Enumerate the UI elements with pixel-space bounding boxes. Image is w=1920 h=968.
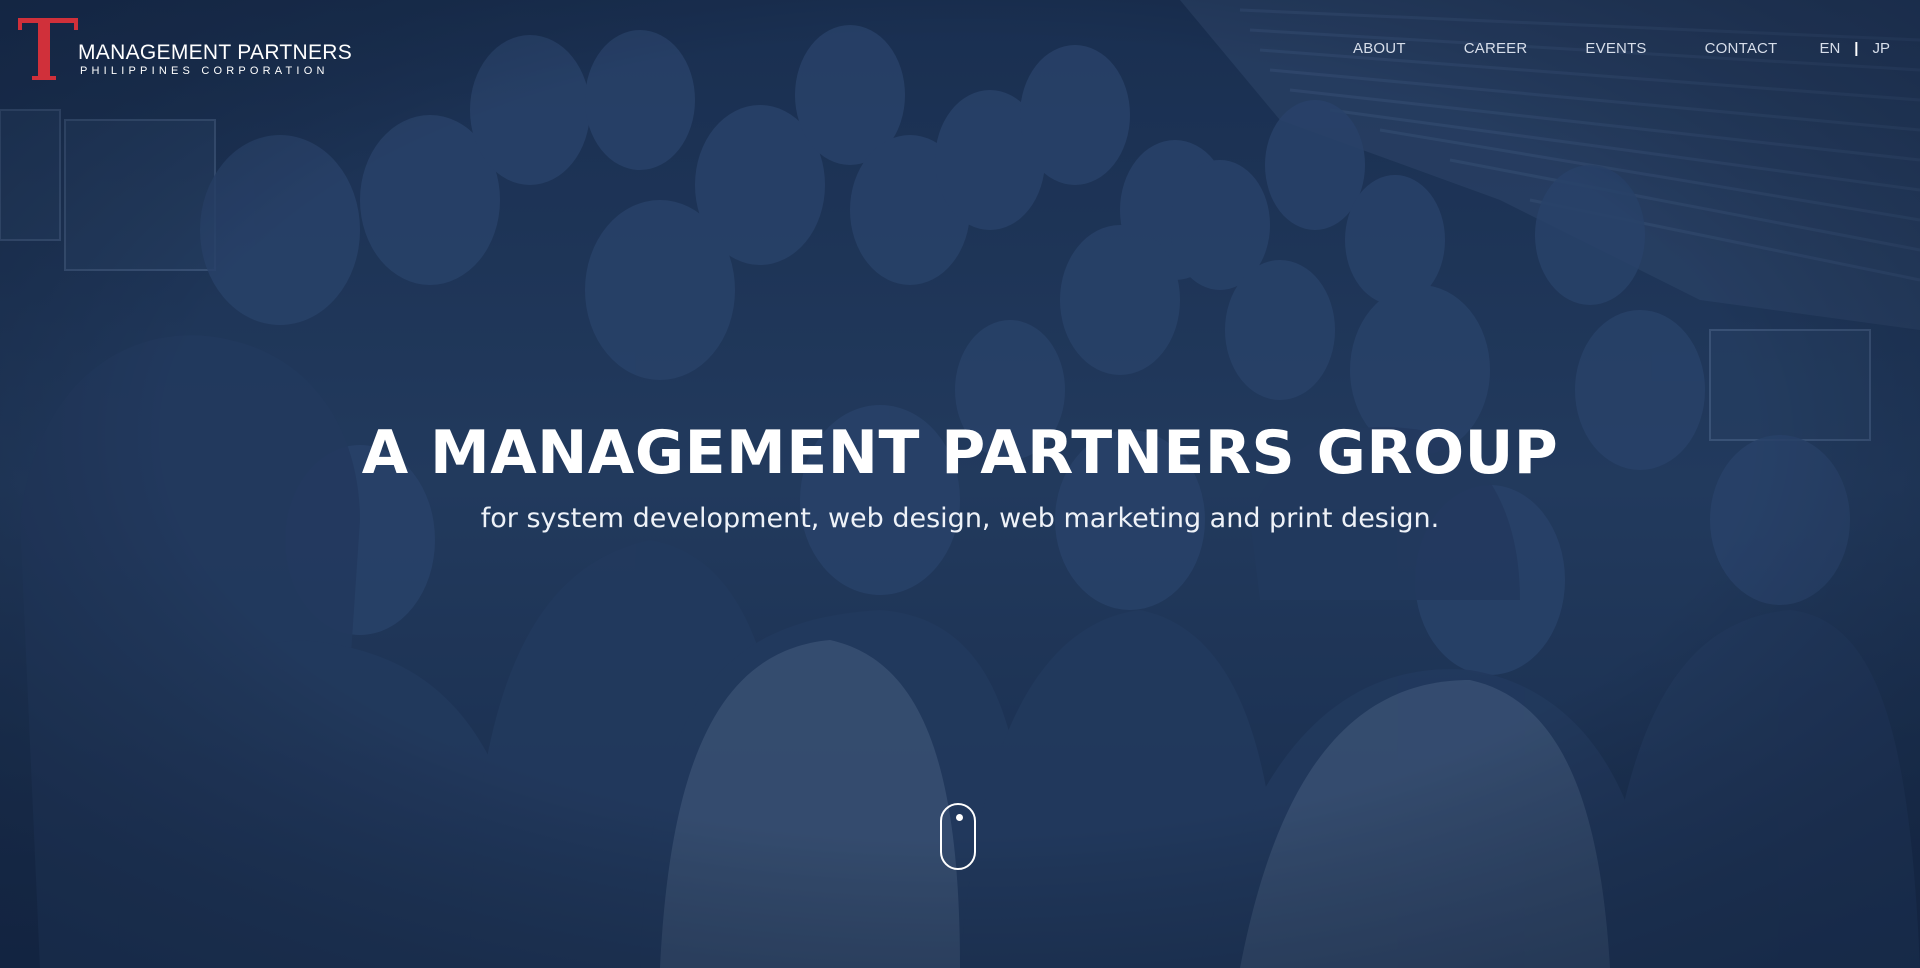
company-logo[interactable]: MANAGEMENT PARTNERS PHILIPPINES CORPORAT… bbox=[18, 18, 352, 82]
hero-subtitle: for system development, web design, web … bbox=[480, 503, 1440, 534]
language-jp[interactable]: JP bbox=[1872, 40, 1890, 57]
nav-item-events[interactable]: EVENTS bbox=[1585, 40, 1646, 57]
site-header: MANAGEMENT PARTNERS PHILIPPINES CORPORAT… bbox=[0, 0, 1920, 100]
hero-title: A MANAGEMENT PARTNERS GROUP bbox=[361, 418, 1559, 488]
language-en[interactable]: EN bbox=[1819, 40, 1840, 57]
scroll-wheel-dot bbox=[956, 814, 963, 821]
logo-company-subtitle: PHILIPPINES CORPORATION bbox=[80, 65, 329, 77]
nav-item-contact[interactable]: CONTACT bbox=[1705, 40, 1778, 57]
language-separator: | bbox=[1854, 40, 1859, 57]
logo-t-mark bbox=[18, 18, 78, 80]
hero-section: MANAGEMENT PARTNERS PHILIPPINES CORPORAT… bbox=[0, 0, 1920, 968]
language-switcher: EN | JP bbox=[1819, 40, 1890, 57]
logo-company-name: MANAGEMENT PARTNERS bbox=[78, 41, 353, 64]
nav-item-career[interactable]: CAREER bbox=[1464, 40, 1528, 57]
mouse-scroll-icon[interactable] bbox=[940, 803, 976, 870]
main-nav: ABOUT CAREER EVENTS CONTACT EN | JP bbox=[1295, 40, 1890, 57]
nav-item-about[interactable]: ABOUT bbox=[1353, 40, 1406, 57]
logo-wordmark: MANAGEMENT PARTNERS PHILIPPINES CORPORAT… bbox=[78, 42, 352, 78]
